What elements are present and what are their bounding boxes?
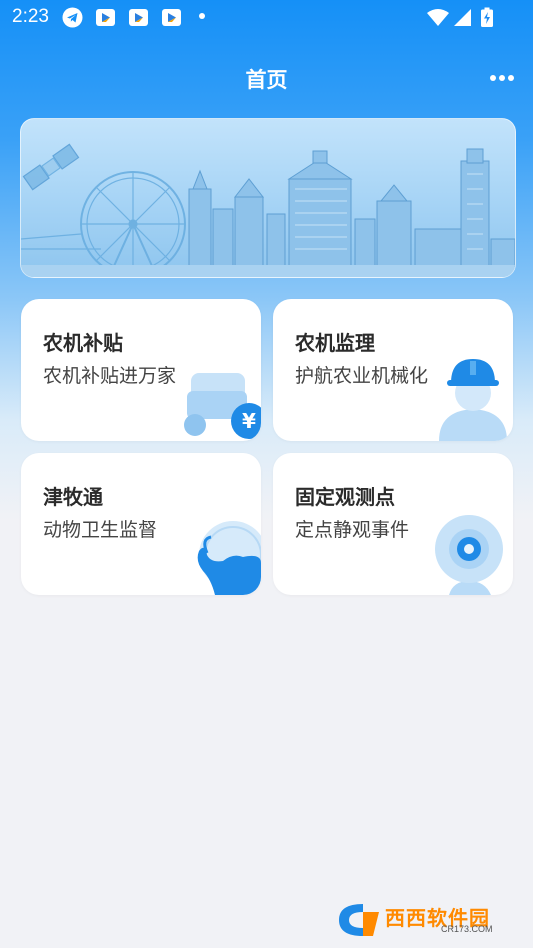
telegram-icon [62,7,83,28]
card-subtitle: 护航农业机械化 [295,365,429,387]
watermark-logo-icon [339,904,379,936]
top-app-bar: 首页 [0,52,533,102]
card-farm-machinery-subsidy[interactable]: 农机补贴 农机补贴进万家 ¥ [21,299,261,441]
tractor-subsidy-icon: ¥ [184,373,261,439]
media-app-icon [96,9,115,26]
watermark-site: CR173.COM [441,924,493,934]
banner-image[interactable] [20,118,516,278]
status-time: 2:23 [12,6,49,27]
card-fixed-observation-point[interactable]: 固定观测点 定点静观事件 [273,453,513,595]
more-dots-icon[interactable] [488,72,516,84]
page-title: 首页 [245,68,288,92]
card-title: 农机监理 [295,331,375,355]
card-subtitle: 农机补贴进万家 [43,365,177,387]
card-subtitle: 动物卫生监督 [43,519,158,541]
wifi-icon [427,9,449,26]
watermark-logo: 西西软件园 CR173.COM [333,898,513,940]
media-app-icon [162,9,181,26]
media-app-icon [129,9,148,26]
card-title: 固定观测点 [295,485,395,509]
card-title: 津牧通 [43,485,103,509]
card-jinmutong[interactable]: 津牧通 动物卫生监督 [21,453,261,595]
more-notifications-dot [199,13,205,19]
status-bar: 2:23 [0,0,533,34]
hardhat-worker-icon [439,359,507,441]
card-subtitle: 定点静观事件 [295,519,410,541]
cattle-icon [197,521,261,595]
webcam-icon [435,515,503,595]
signal-icon [454,9,471,26]
svg-text:¥: ¥ [242,409,256,433]
card-title: 农机补贴 [43,331,123,355]
city-skyline-illustration [21,143,515,277]
card-farm-machinery-supervision[interactable]: 农机监理 护航农业机械化 [273,299,513,441]
battery-icon [481,7,493,27]
